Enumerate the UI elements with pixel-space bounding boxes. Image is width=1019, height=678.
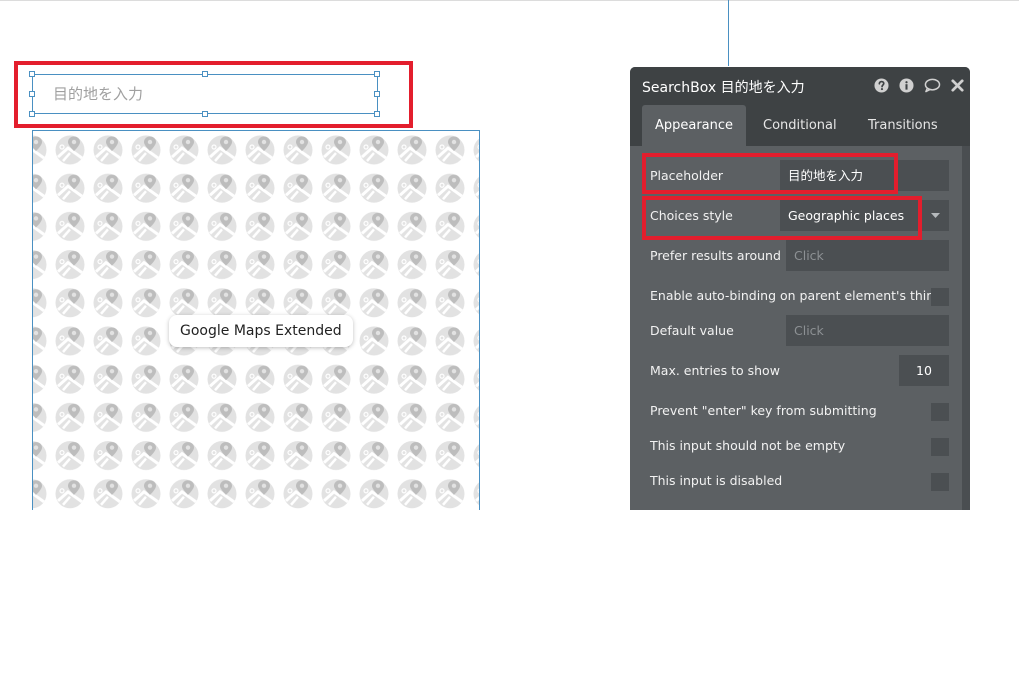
tab-appearance[interactable]: Appearance bbox=[642, 105, 746, 146]
disabled-label: This input is disabled bbox=[650, 473, 783, 488]
property-editor-panel: SearchBox 目的地を入力 Appearance Conditional … bbox=[630, 67, 970, 510]
prevent-enter-label: Prevent "enter" key from submitting bbox=[650, 403, 877, 418]
info-icon[interactable] bbox=[899, 78, 914, 93]
max-entries-label: Max. entries to show bbox=[650, 363, 780, 378]
map-element-label: Google Maps Extended bbox=[169, 315, 353, 347]
alignment-guide bbox=[728, 0, 729, 66]
resize-handle-top-left[interactable] bbox=[29, 71, 35, 77]
choices-style-highlight bbox=[642, 196, 922, 240]
panel-header[interactable]: SearchBox 目的地を入力 bbox=[630, 67, 970, 105]
resize-handle-right[interactable] bbox=[374, 91, 380, 97]
max-entries-field[interactable]: 10 bbox=[899, 355, 949, 386]
help-icon[interactable] bbox=[874, 78, 889, 93]
map-element[interactable]: Google Maps Extended bbox=[32, 130, 480, 510]
close-icon[interactable] bbox=[950, 78, 965, 93]
panel-scrollbar[interactable] bbox=[962, 146, 970, 510]
not-empty-checkbox[interactable] bbox=[931, 438, 949, 456]
resize-handle-bottom[interactable] bbox=[202, 111, 208, 117]
default-value-label: Default value bbox=[650, 323, 734, 338]
prefer-results-field[interactable]: Click bbox=[786, 240, 949, 271]
comment-icon[interactable] bbox=[923, 78, 941, 93]
searchbox-element[interactable] bbox=[32, 74, 378, 114]
resize-handle-top-right[interactable] bbox=[374, 71, 380, 77]
tab-transitions[interactable]: Transitions bbox=[868, 105, 938, 146]
default-value-field[interactable]: Click bbox=[786, 315, 949, 346]
auto-binding-checkbox[interactable] bbox=[931, 288, 949, 306]
placeholder-highlight bbox=[642, 153, 898, 194]
auto-binding-label: Enable auto-binding on parent element's … bbox=[650, 288, 943, 303]
prevent-enter-checkbox[interactable] bbox=[931, 403, 949, 421]
top-divider bbox=[0, 0, 1019, 1]
panel-title: SearchBox 目的地を入力 bbox=[642, 80, 805, 96]
prefer-results-label: Prefer results around bbox=[650, 248, 781, 263]
tab-conditional[interactable]: Conditional bbox=[763, 105, 837, 146]
panel-tabs: Appearance Conditional Transitions bbox=[630, 105, 970, 146]
disabled-checkbox[interactable] bbox=[931, 473, 949, 491]
chevron-down-icon bbox=[931, 213, 940, 218]
appearance-properties: Placeholder 目的地を入力 Choices style Geograp… bbox=[630, 146, 962, 510]
not-empty-label: This input should not be empty bbox=[650, 438, 846, 453]
resize-handle-bottom-left[interactable] bbox=[29, 111, 35, 117]
resize-handle-left[interactable] bbox=[29, 91, 35, 97]
resize-handle-top[interactable] bbox=[202, 71, 208, 77]
resize-handle-bottom-right[interactable] bbox=[374, 111, 380, 117]
searchbox-input[interactable] bbox=[53, 85, 373, 103]
